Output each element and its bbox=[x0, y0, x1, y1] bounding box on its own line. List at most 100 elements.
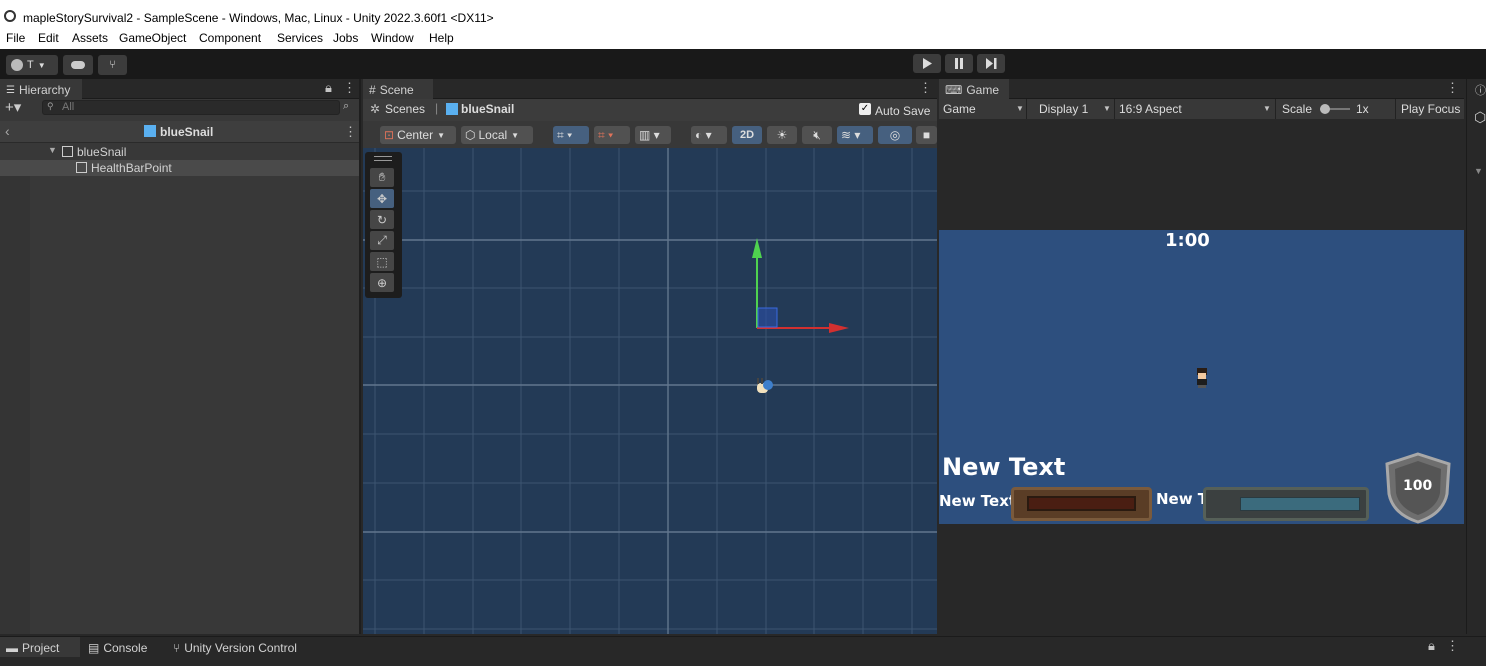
collab-button[interactable]: ⑂ bbox=[98, 55, 127, 75]
expand-arrow-icon[interactable]: ▼ bbox=[48, 145, 57, 155]
menu-edit[interactable]: Edit bbox=[38, 31, 59, 45]
step-button[interactable] bbox=[977, 54, 1005, 73]
draw-mode-dropdown[interactable]: ◐ ▾ bbox=[691, 126, 727, 144]
scene-tabbar: # Scene ⋮ bbox=[363, 79, 937, 99]
account-label: T bbox=[27, 59, 34, 71]
lock-icon[interactable]: 🔒︎ bbox=[325, 80, 332, 96]
display-dropdown[interactable]: Display 1 ▼ bbox=[1033, 99, 1115, 119]
move-arrows-icon: ✥ bbox=[376, 191, 388, 206]
hidden-objects-toggle[interactable]: ◎ bbox=[878, 126, 912, 144]
panel-menu-icon[interactable]: ⋮ bbox=[1446, 638, 1459, 654]
info-icon[interactable]: ⓘ bbox=[1475, 82, 1486, 98]
hand-tool-button[interactable]: ✋︎ bbox=[370, 168, 394, 187]
scale-slider[interactable] bbox=[1320, 104, 1350, 114]
move-tool-button[interactable]: ✥ bbox=[370, 189, 394, 208]
pause-button[interactable] bbox=[945, 54, 973, 73]
effects-layers-icon: ≋ ▾ bbox=[841, 128, 861, 142]
console-icon: ▤ bbox=[88, 641, 100, 655]
display-label: Display 1 bbox=[1039, 102, 1089, 116]
player-sprite bbox=[1195, 368, 1209, 388]
grid-snap-toggle[interactable]: ⌗ ▾ bbox=[553, 126, 589, 144]
panel-menu-icon[interactable]: ⋮ bbox=[919, 80, 932, 96]
chevron-down-icon: ▼ bbox=[37, 60, 46, 70]
hierarchy-search-row: +▾ ⚲ All ⌕ bbox=[0, 99, 359, 117]
scene-panel: # Scene ⋮ ✲ Scenes | blueSnail ✓ Auto Sa… bbox=[363, 79, 937, 634]
hp-bar-frame bbox=[1011, 487, 1152, 521]
game-viewport[interactable]: 1:00 New Text New Text New Text 100 bbox=[939, 230, 1464, 524]
increment-snap-toggle[interactable]: ▥ ▾ bbox=[635, 126, 671, 144]
game-panel: ⌨︎ Game ⋮ Game ▼ Display 1 ▼ 16:9 Aspect… bbox=[939, 79, 1464, 634]
lock-icon[interactable]: 🔒︎ bbox=[1428, 638, 1435, 654]
scale-tool-button[interactable]: ⤢ bbox=[370, 231, 394, 250]
play-icon bbox=[923, 58, 932, 69]
create-add-button[interactable]: +▾ bbox=[5, 98, 21, 116]
menu-file[interactable]: File bbox=[6, 31, 25, 45]
account-dropdown[interactable]: T ▼ bbox=[6, 55, 58, 75]
shading-sphere-icon: ◐ ▾ bbox=[695, 128, 712, 142]
tab-scene[interactable]: # Scene bbox=[363, 79, 433, 99]
prefab-menu-icon[interactable]: ⋮ bbox=[344, 124, 357, 140]
tab-hierarchy[interactable]: ☰ Hierarchy bbox=[0, 79, 82, 99]
play-button[interactable] bbox=[913, 54, 941, 73]
autosave-checkbox[interactable]: ✓ bbox=[859, 103, 871, 115]
hierarchy-item[interactable]: HealthBarPoint bbox=[0, 160, 359, 176]
tab-version-control[interactable]: ⑂ Unity Version Control bbox=[167, 637, 327, 657]
panel-menu-icon[interactable]: ⋮ bbox=[1446, 80, 1459, 96]
camera-settings-button[interactable]: ■ bbox=[916, 126, 937, 144]
menu-assets[interactable]: Assets bbox=[72, 31, 108, 45]
effects-dropdown[interactable]: ≋ ▾ bbox=[837, 126, 873, 144]
scale-slider-knob[interactable] bbox=[1320, 104, 1330, 114]
menu-gameobject[interactable]: GameObject bbox=[119, 31, 186, 45]
pivot-mode-dropdown[interactable]: ⊡ Center ▼ bbox=[380, 126, 456, 144]
hp-label: New Text bbox=[939, 492, 1017, 510]
hierarchy-item[interactable]: ▼ blueSnail bbox=[0, 144, 359, 160]
prefab-breadcrumb: ✲ Scenes | blueSnail ✓ Auto Save bbox=[363, 99, 937, 121]
cube-icon[interactable]: ⬡ bbox=[1474, 109, 1486, 126]
tab-game-label: Game bbox=[966, 83, 1000, 97]
chevron-down-icon: ▼ bbox=[1103, 104, 1111, 113]
aspect-dropdown[interactable]: 16:9 Aspect ▼ bbox=[1116, 99, 1276, 119]
breadcrumb-scenes[interactable]: Scenes bbox=[385, 102, 425, 116]
cloud-button[interactable] bbox=[63, 55, 93, 75]
scene-viewport[interactable]: ✋︎ ✥ ↻ ⤢ ⬚ ⊕ bbox=[363, 148, 937, 634]
audio-toggle[interactable]: 🔇︎ bbox=[802, 126, 832, 144]
light-bulb-icon: ☀ bbox=[776, 128, 788, 142]
transform-tool-button[interactable]: ⊕ bbox=[370, 273, 394, 292]
back-arrow-icon[interactable]: ‹ bbox=[5, 123, 10, 139]
hierarchy-item-label: blueSnail bbox=[77, 145, 127, 159]
lighting-toggle[interactable]: ☀ bbox=[767, 126, 797, 144]
tab-project[interactable]: ▬ Project bbox=[0, 637, 80, 657]
rect-transform-icon: ⬚ bbox=[376, 254, 388, 269]
branch-icon: ⑂ bbox=[109, 59, 116, 71]
menu-bar: File Edit Assets GameObject Component Se… bbox=[0, 29, 1486, 49]
scene-toolbar: ⊡ Center ▼ ⬡ Local ▼ ⌗ ▾ ⌗ ▾ ▥ ▾ ◐ ▾ 2D … bbox=[363, 123, 937, 148]
bottom-panel: ▬ Project ▤ Console ⑂ Unity Version Cont… bbox=[0, 636, 1486, 666]
pivot-space-dropdown[interactable]: ⬡ Local ▼ bbox=[461, 126, 533, 144]
toggle-2d-button[interactable]: 2D bbox=[732, 126, 762, 144]
tab-game[interactable]: ⌨︎ Game bbox=[939, 79, 1009, 99]
menu-help[interactable]: Help bbox=[429, 31, 454, 45]
overlay-drag-handle[interactable] bbox=[374, 156, 392, 161]
move-gizmo[interactable] bbox=[363, 148, 937, 634]
play-focus-dropdown[interactable]: Play Focus bbox=[1401, 102, 1460, 116]
blue-snail-sprite[interactable] bbox=[755, 377, 773, 395]
pivot-space-label: Local bbox=[478, 128, 508, 142]
rect-tool-button[interactable]: ⬚ bbox=[370, 252, 394, 271]
grid-settings-toggle[interactable]: ⌗ ▾ bbox=[594, 126, 630, 144]
scale-value: 1x bbox=[1356, 102, 1369, 116]
hand-icon: ✋︎ bbox=[378, 170, 386, 184]
tab-console[interactable]: ▤ Console bbox=[82, 637, 162, 657]
hierarchy-search-input[interactable]: ⚲ All bbox=[42, 100, 340, 115]
view-mode-dropdown[interactable]: Game ▼ bbox=[939, 99, 1027, 119]
breadcrumb-prefab[interactable]: blueSnail bbox=[461, 102, 514, 116]
chevron-down-icon[interactable]: ▼ bbox=[1474, 166, 1483, 176]
menu-component[interactable]: Component bbox=[199, 31, 261, 45]
menu-services[interactable]: Services bbox=[277, 31, 323, 45]
menu-window[interactable]: Window bbox=[371, 31, 414, 45]
autosave-label: Auto Save bbox=[875, 104, 931, 118]
scene-visibility-icon[interactable]: ⌕ bbox=[343, 100, 349, 113]
rotate-tool-button[interactable]: ↻ bbox=[370, 210, 394, 229]
menu-jobs[interactable]: Jobs bbox=[333, 31, 358, 45]
panel-menu-icon[interactable]: ⋮ bbox=[343, 80, 356, 96]
grid-settings-icon: ⌗ ▾ bbox=[598, 127, 614, 142]
